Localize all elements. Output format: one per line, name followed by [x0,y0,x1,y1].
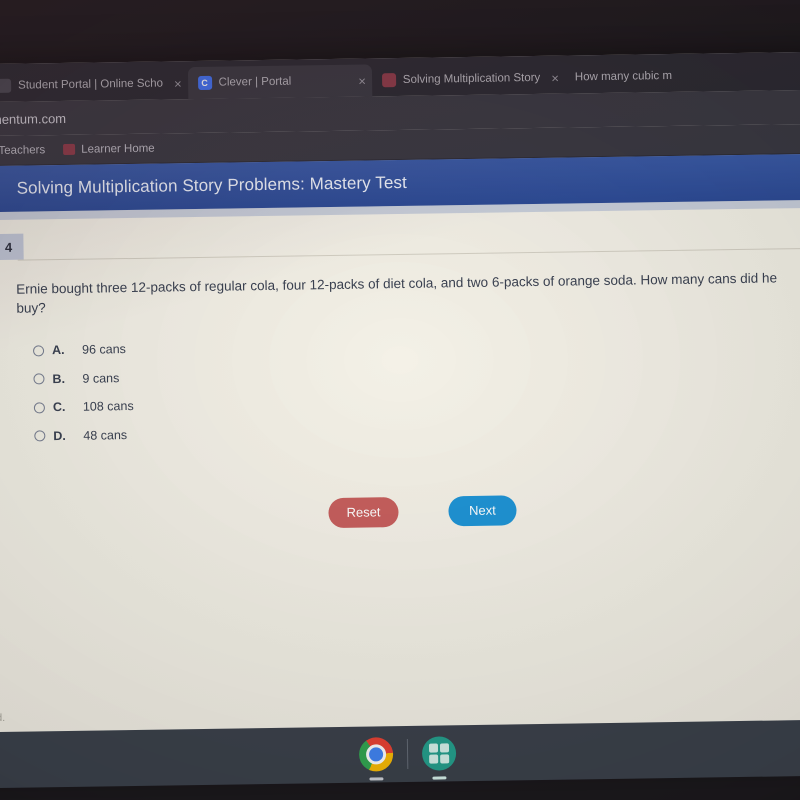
reset-button[interactable]: Reset [328,496,399,528]
option-letter: D. [53,428,66,443]
page-title: Solving Multiplication Story Problems: M… [16,172,408,198]
clever-c-icon: C [197,75,212,90]
question-card: 4 Ernie bought three 12-packs of regular… [0,207,800,733]
bookmark-label: balEd Teachers [0,143,46,157]
tab-title: Clever | Portal [218,75,292,89]
shelf-separator [406,738,408,769]
answer-options-list: A. 96 cans B. 9 cans C. 108 cans D. 48 c… [32,324,800,450]
bookmark-learner-home[interactable]: Learner Home [63,142,155,155]
tab-title: How many cubic m [574,69,673,84]
calc-key [428,754,438,764]
next-button[interactable]: Next [448,495,517,527]
close-icon[interactable]: × [551,70,559,85]
option-text: 48 cans [83,427,128,443]
close-icon[interactable]: × [358,73,366,88]
footer-copyright-text: ed. [0,711,6,725]
question-text: Ernie bought three 12-packs of regular c… [16,270,778,316]
calc-key [439,743,449,753]
content-area: 4 Ernie bought three 12-packs of regular… [0,199,800,733]
chromebook-screen: × Student Portal | Online Scho × C Cleve… [0,51,800,789]
radio-button-icon[interactable] [34,430,46,442]
chrome-icon[interactable] [358,737,393,781]
option-letter: B. [52,371,66,386]
bookmark-label: Learner Home [81,142,155,156]
taskbar-shelf [0,719,800,789]
action-buttons: Reset Next [0,490,800,533]
app-running-indicator [431,776,446,780]
calc-key [428,743,438,753]
option-letter: A. [51,343,65,358]
tab-title: Solving Multiplication Story [402,71,541,86]
globe-icon [0,78,12,93]
option-text: 96 cans [81,342,126,357]
browser-tab-clever[interactable]: C Clever | Portal × [187,64,373,100]
radio-button-icon[interactable] [33,401,45,413]
app-running-indicator [368,777,383,781]
bookmark-globaled-teachers[interactable]: balEd Teachers [0,144,45,157]
bookmark-icon [63,143,76,155]
screen-photo: × Student Portal | Online Scho × C Cleve… [0,0,800,800]
url-text: o.edmentum.com [0,110,67,127]
option-text: 108 cans [82,399,134,414]
edmentum-icon [381,73,396,88]
browser-tab-student-portal[interactable]: Student Portal | Online Scho × [0,67,188,102]
option-text: 9 cans [82,370,120,386]
tab-title: Student Portal | Online Scho [18,77,164,92]
question-number-badge: 4 [0,233,24,261]
option-letter: C. [52,400,66,415]
browser-tab-solving-multiplication[interactable]: Solving Multiplication Story × [372,62,565,97]
radio-button-icon[interactable] [32,344,45,356]
calc-key [439,754,449,764]
browser-tab-how-many-cubic[interactable]: How many cubic m [565,60,679,94]
card-divider [17,247,800,261]
calculator-icon[interactable] [421,736,456,780]
close-icon[interactable]: × [174,76,182,91]
radio-button-icon[interactable] [33,373,45,385]
